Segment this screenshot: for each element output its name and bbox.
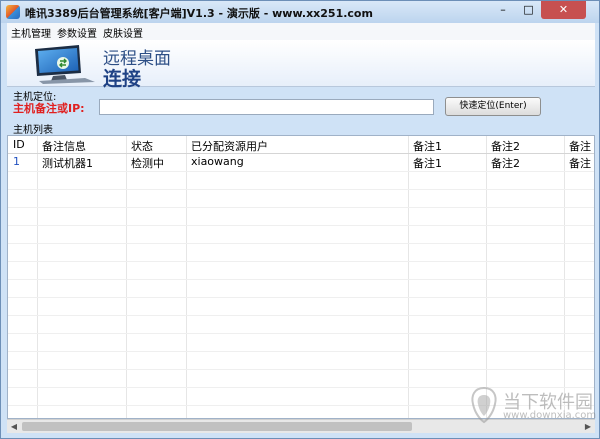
column-header-note[interactable]: 备注信息 — [42, 138, 86, 154]
banner-title-line2: 连接 — [103, 68, 142, 90]
menu-bar: 主机管理 参数设置 皮肤设置 — [7, 23, 595, 40]
row-1-note[interactable]: 测试机器1 — [42, 155, 93, 171]
watermark-logo-icon — [471, 386, 497, 424]
remote-desktop-icon — [35, 45, 95, 84]
host-list-label: 主机列表 — [13, 125, 53, 136]
watermark-url: www.downxia.com — [503, 410, 597, 421]
column-header-id[interactable]: ID — [13, 138, 25, 151]
window-title: 唯讯3389后台管理系统[客户端]V1.3 - 演示版 - www.xx251.… — [25, 7, 373, 20]
menu-parameter-settings[interactable]: 参数设置 — [57, 25, 97, 40]
app-icon — [6, 5, 20, 19]
banner: 远程桌面 连接 — [7, 40, 595, 90]
row-1-assigned-user[interactable]: xiaowang — [191, 155, 244, 168]
host-search-input[interactable] — [99, 99, 434, 115]
scrollbar-thumb[interactable] — [22, 422, 412, 431]
quick-locate-button[interactable]: 快速定位(Enter) — [445, 97, 541, 116]
host-note-ip-label: 主机备注或IP: — [13, 102, 85, 115]
row-1-remark1[interactable]: 备注1 — [413, 155, 442, 171]
column-header-status[interactable]: 状态 — [131, 138, 153, 154]
row-1-id[interactable]: 1 — [13, 155, 20, 168]
column-header-assigned-user[interactable]: 已分配资源用户 — [191, 138, 268, 154]
row-1-remark2[interactable]: 备注2 — [491, 155, 520, 171]
watermark: 当下软件园 www.downxia.com — [469, 384, 597, 428]
host-list-table[interactable]: ID 备注信息 状态 已分配资源用户 备注1 备注2 备注 1 测试机器1 检测… — [7, 135, 595, 419]
row-1-status[interactable]: 检测中 — [131, 155, 164, 171]
title-bar[interactable]: 唯讯3389后台管理系统[客户端]V1.3 - 演示版 - www.xx251.… — [1, 1, 599, 23]
column-header-remark1[interactable]: 备注1 — [413, 138, 442, 154]
close-button[interactable]: ✕ — [541, 1, 586, 19]
row-1-remark3[interactable]: 备注 — [569, 155, 591, 171]
scroll-left-arrow-icon[interactable]: ◀ — [7, 420, 21, 433]
column-header-remark3[interactable]: 备注 — [569, 138, 591, 154]
menu-host-management[interactable]: 主机管理 — [11, 25, 51, 40]
maximize-button[interactable]: □ — [516, 1, 541, 19]
column-header-remark2[interactable]: 备注2 — [491, 138, 520, 154]
app-window: 唯讯3389后台管理系统[客户端]V1.3 - 演示版 - www.xx251.… — [0, 0, 600, 439]
menu-skin-settings[interactable]: 皮肤设置 — [103, 25, 143, 40]
minimize-button[interactable]: – — [490, 1, 516, 19]
